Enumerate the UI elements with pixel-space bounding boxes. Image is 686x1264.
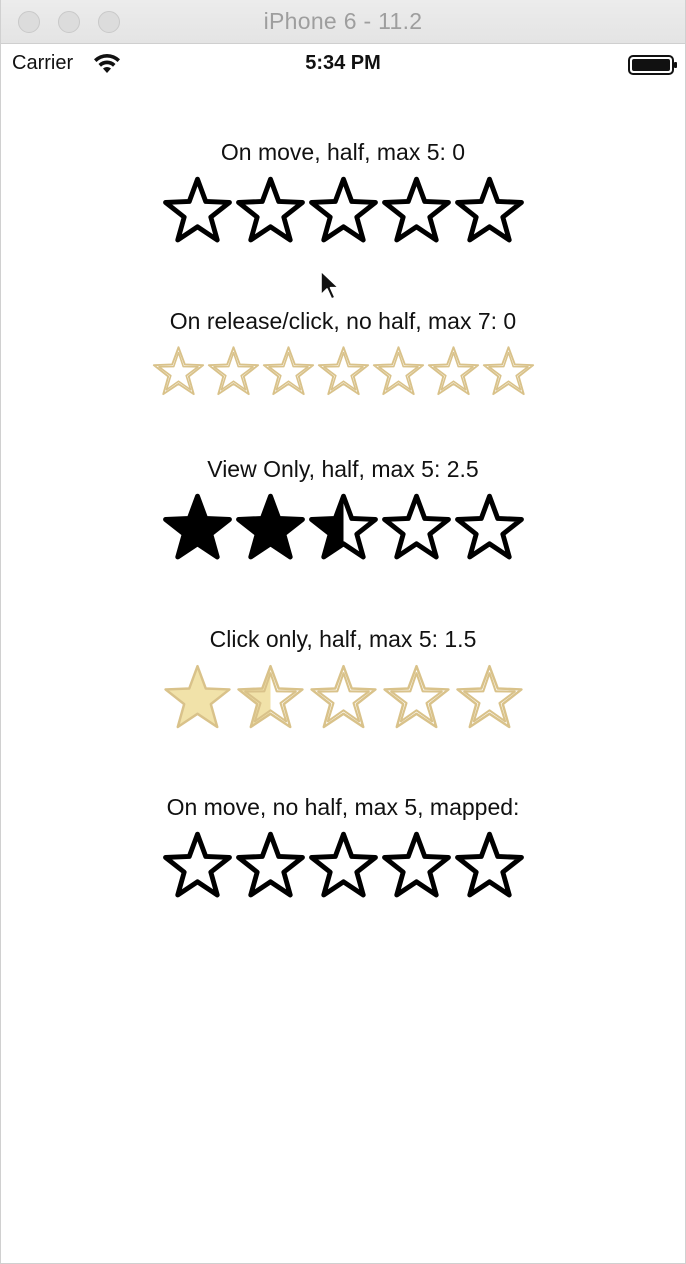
star-icon[interactable] [234, 175, 307, 245]
star-icon[interactable] [161, 830, 234, 900]
star-icon [235, 493, 305, 560]
simulator-window: iPhone 6 - 11.2 Carrier 5:34 PM On move,… [0, 0, 686, 1264]
star-outline [235, 176, 305, 243]
star-icon[interactable] [161, 175, 234, 245]
star-icon[interactable] [261, 344, 316, 398]
star-rating-control[interactable] [1, 662, 685, 732]
star-outline [454, 493, 524, 560]
star-rating-control [1, 492, 685, 562]
rating-label: View Only, half, max 5: 2.5 [207, 456, 479, 482]
star-icon[interactable] [380, 175, 453, 245]
rating-label: On release/click, no half, max 7: 0 [169, 308, 517, 334]
status-bar: Carrier 5:34 PM [1, 44, 685, 84]
star-icon[interactable] [453, 662, 526, 732]
star-icon[interactable] [380, 830, 453, 900]
star-outline [454, 831, 524, 898]
status-time: 5:34 PM [305, 52, 381, 74]
star-icon[interactable] [206, 344, 261, 398]
star-icon [454, 493, 524, 560]
battery-icon [628, 55, 677, 75]
star-rating-control[interactable] [1, 175, 685, 245]
star-icon[interactable] [380, 662, 453, 732]
rating-label: On move, half, max 5: 0 [220, 139, 466, 165]
star-outline [308, 831, 378, 898]
rating-label: Click only, half, max 5: 1.5 [209, 626, 477, 652]
rating-label: On move, no half, max 5, mapped: [166, 794, 520, 820]
star-rating-control[interactable] [1, 830, 685, 900]
star-icon[interactable] [151, 344, 206, 398]
star-icon[interactable] [307, 175, 380, 245]
star-icon[interactable] [316, 344, 371, 398]
star-icon [308, 493, 378, 560]
star-icon[interactable] [371, 344, 426, 398]
star-outline [162, 176, 232, 243]
star-icon[interactable] [426, 344, 481, 398]
star-icon[interactable] [234, 830, 307, 900]
star-outline [308, 176, 378, 243]
window-titlebar: iPhone 6 - 11.2 [1, 0, 685, 44]
star-outline [381, 831, 451, 898]
star-outline [454, 176, 524, 243]
star-outline [381, 176, 451, 243]
mouse-cursor-icon [320, 270, 340, 300]
star-icon[interactable] [307, 662, 380, 732]
star-icon [381, 493, 451, 560]
star-icon[interactable] [453, 830, 526, 900]
screen-content: On move, half, max 5: 0 On release/click… [1, 84, 685, 1264]
star-icon[interactable] [161, 662, 234, 732]
star-icon[interactable] [234, 662, 307, 732]
star-icon [162, 493, 232, 560]
star-icon[interactable] [453, 175, 526, 245]
window-title: iPhone 6 - 11.2 [263, 8, 423, 34]
star-outline [162, 831, 232, 898]
star-icon[interactable] [481, 344, 536, 398]
star-outline [235, 831, 305, 898]
star-rating-control[interactable] [1, 344, 685, 398]
star-icon[interactable] [307, 830, 380, 900]
star-outline [381, 493, 451, 560]
